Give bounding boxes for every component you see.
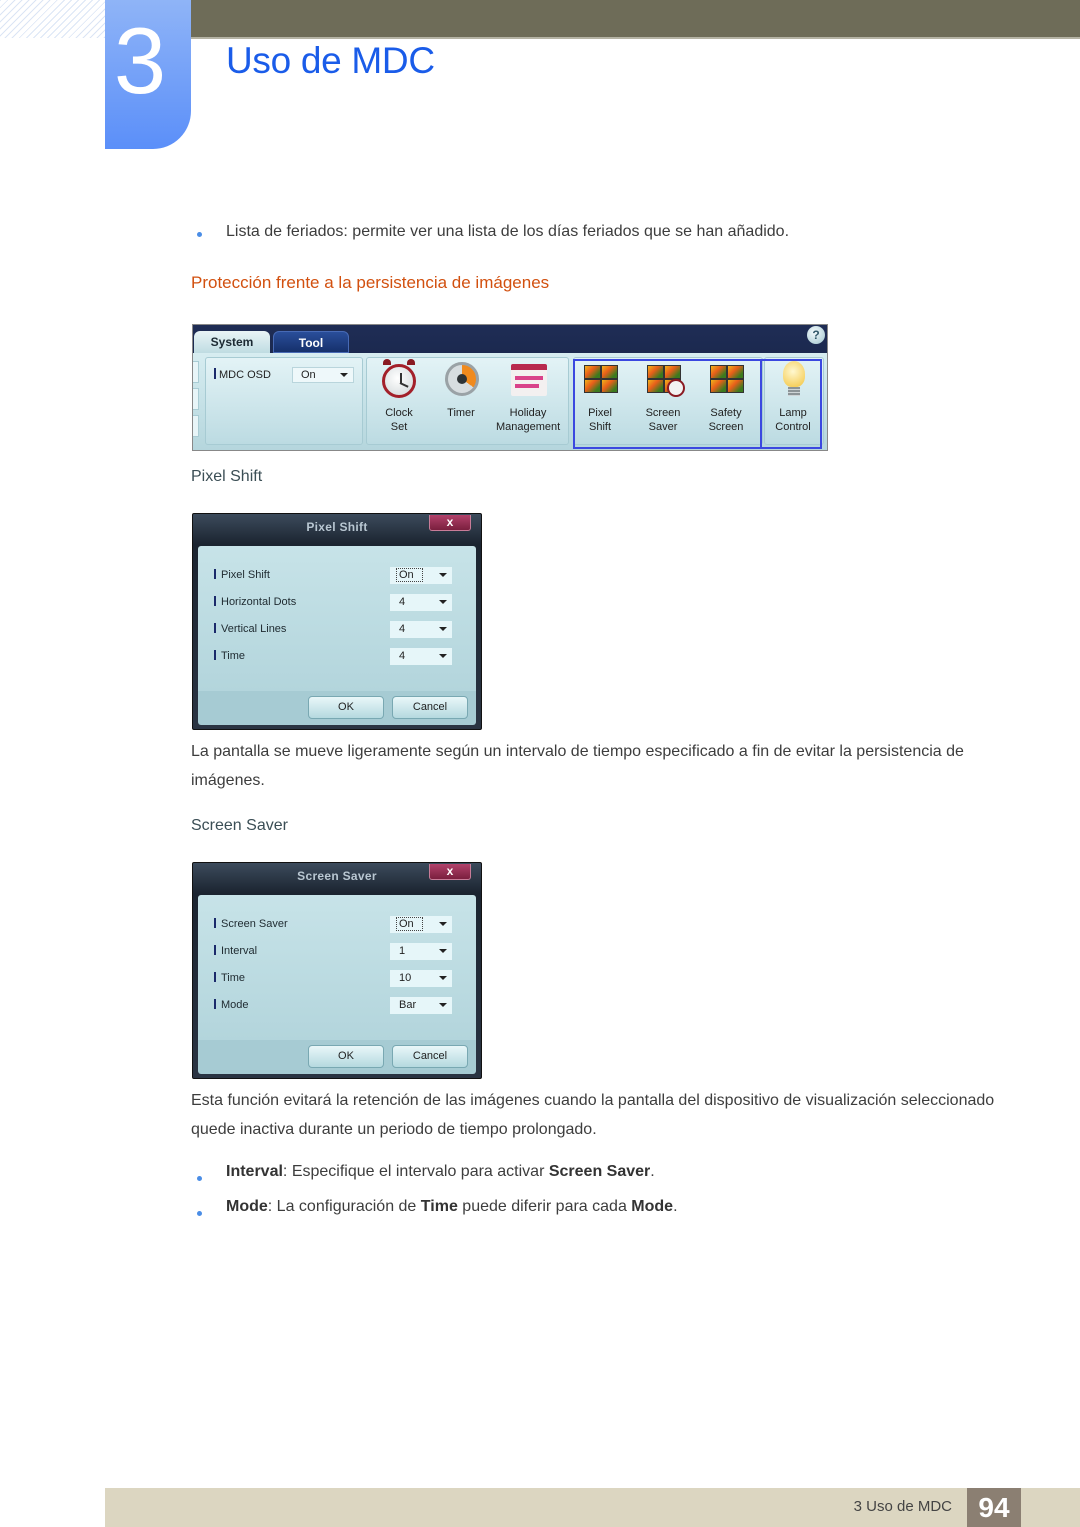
ok-button[interactable]: OK <box>308 1045 384 1068</box>
header-bar <box>190 0 1080 37</box>
interval-value: 1 <box>399 945 406 957</box>
time-label: Time <box>214 972 245 984</box>
header-divider <box>190 37 1080 39</box>
horizontal-dots-value: 4 <box>399 596 406 608</box>
bullet-dot <box>197 1176 202 1181</box>
bullet-text: puede diferir para cada <box>457 1198 632 1215</box>
section-heading: Protección frente a la persistencia de i… <box>191 273 550 292</box>
holiday-label-2: Management <box>496 421 561 433</box>
chapter-title: Uso de MDC <box>226 40 435 81</box>
bullet-dot <box>197 1211 202 1216</box>
chevron-down-icon <box>439 922 447 926</box>
page-footer: 3 Uso de MDC 94 <box>105 1488 1080 1527</box>
mode-select[interactable]: Bar <box>390 997 452 1014</box>
timer-button[interactable]: Timer <box>430 357 492 420</box>
screen-saver-select[interactable]: On <box>390 916 452 933</box>
cancel-button[interactable]: Cancel <box>392 1045 468 1068</box>
term-mode: Mode <box>226 1198 268 1215</box>
vertical-lines-label: Vertical Lines <box>214 623 286 635</box>
highlight-frame <box>573 359 822 449</box>
term-interval: Interval <box>226 1163 283 1180</box>
chevron-down-icon <box>340 373 348 377</box>
alarm-clock-icon <box>379 359 419 399</box>
time-label: Time <box>214 650 245 662</box>
horizontal-dots-select[interactable]: 4 <box>390 594 452 611</box>
chapter-tab: 3 <box>105 0 191 149</box>
close-button[interactable]: x <box>429 864 471 880</box>
help-icon[interactable]: ? <box>807 326 825 344</box>
bullet-text: . <box>673 1198 678 1215</box>
header-hatch-decoration <box>0 0 105 38</box>
timer-label: Timer <box>447 407 475 419</box>
holiday-label-1: Holiday <box>509 407 547 419</box>
pixel-shift-value: On <box>396 568 423 582</box>
ok-button[interactable]: OK <box>308 696 384 719</box>
screen-saver-value: On <box>396 917 423 931</box>
ribbon-left-strip <box>193 361 199 441</box>
page-number: 94 <box>967 1488 1021 1527</box>
chevron-down-icon <box>439 1003 447 1007</box>
dialog-footer: OK Cancel <box>198 1040 476 1074</box>
tab-tool[interactable]: Tool <box>273 331 349 353</box>
mdc-osd-value: On <box>301 369 316 381</box>
bullet-interval: Interval: Especifique el intervalo para … <box>226 1163 655 1181</box>
cancel-button[interactable]: Cancel <box>392 696 468 719</box>
highlight-divider <box>760 359 762 449</box>
time-select[interactable]: 4 <box>390 648 452 665</box>
screen-saver-heading: Screen Saver <box>191 817 288 834</box>
bullet-text: : La configuración de <box>267 1198 421 1215</box>
bullet-text: : Especifique el intervalo para activar <box>282 1163 549 1180</box>
vertical-lines-value: 4 <box>399 623 406 635</box>
screen-saver-dialog: Screen Saver x Screen Saver On Interval … <box>192 862 482 1079</box>
pixel-shift-dialog: Pixel Shift x Pixel Shift On Horizontal … <box>192 513 482 730</box>
calendar-icon <box>508 359 548 399</box>
time-value: 4 <box>399 650 406 662</box>
close-button[interactable]: x <box>429 515 471 531</box>
chevron-down-icon <box>439 627 447 631</box>
vertical-lines-select[interactable]: 4 <box>390 621 452 638</box>
pixel-shift-heading: Pixel Shift <box>191 468 263 485</box>
pixel-shift-select[interactable]: On <box>390 567 452 584</box>
horizontal-dots-label: Horizontal Dots <box>214 596 296 608</box>
bullet-dot <box>197 232 202 237</box>
chapter-number: 3 <box>113 8 167 113</box>
term-time: Time <box>420 1198 458 1215</box>
clock-set-label-2: Set <box>390 421 408 433</box>
pixel-shift-row-label: Pixel Shift <box>214 569 270 581</box>
chevron-down-icon <box>439 573 447 577</box>
mdc-osd-select[interactable]: On <box>292 367 354 383</box>
clock-set-label-1: Clock <box>385 407 413 419</box>
mode-value: Bar <box>399 999 417 1011</box>
interval-select[interactable]: 1 <box>390 943 452 960</box>
footer-chapter-label: 3 Uso de MDC <box>853 1498 952 1515</box>
chevron-down-icon <box>439 600 447 604</box>
holiday-management-button[interactable]: Holiday Management <box>496 357 560 434</box>
bullet-holiday-list: Lista de feriados: permite ver una lista… <box>226 223 790 240</box>
screen-saver-description: Esta función evitará la retención de las… <box>191 1092 995 1138</box>
mdc-ribbon-screenshot: System Tool ? MDC OSD On Clock Set Timer <box>192 324 828 451</box>
chevron-down-icon <box>439 949 447 953</box>
chevron-down-icon <box>439 654 447 658</box>
time-value: 10 <box>399 972 412 984</box>
bullet-text: . <box>650 1163 655 1180</box>
dialog-footer: OK Cancel <box>198 691 476 725</box>
bullet-mode: Mode: La configuración de Time puede dif… <box>226 1198 678 1216</box>
screen-saver-row-label: Screen Saver <box>214 918 288 930</box>
clock-set-button[interactable]: Clock Set <box>368 357 430 434</box>
term-screen-saver: Screen Saver <box>548 1163 651 1180</box>
mdc-osd-label: MDC OSD <box>214 368 271 381</box>
pixel-shift-description: La pantalla se mueve ligeramente según u… <box>191 743 964 789</box>
tab-system[interactable]: System <box>194 331 270 353</box>
timer-icon <box>441 359 481 399</box>
mode-label: Mode <box>214 999 249 1011</box>
term-mode: Mode <box>631 1198 674 1215</box>
interval-label: Interval <box>214 945 257 957</box>
time-select[interactable]: 10 <box>390 970 452 987</box>
chevron-down-icon <box>439 976 447 980</box>
mdc-osd-group: MDC OSD On <box>205 357 363 445</box>
